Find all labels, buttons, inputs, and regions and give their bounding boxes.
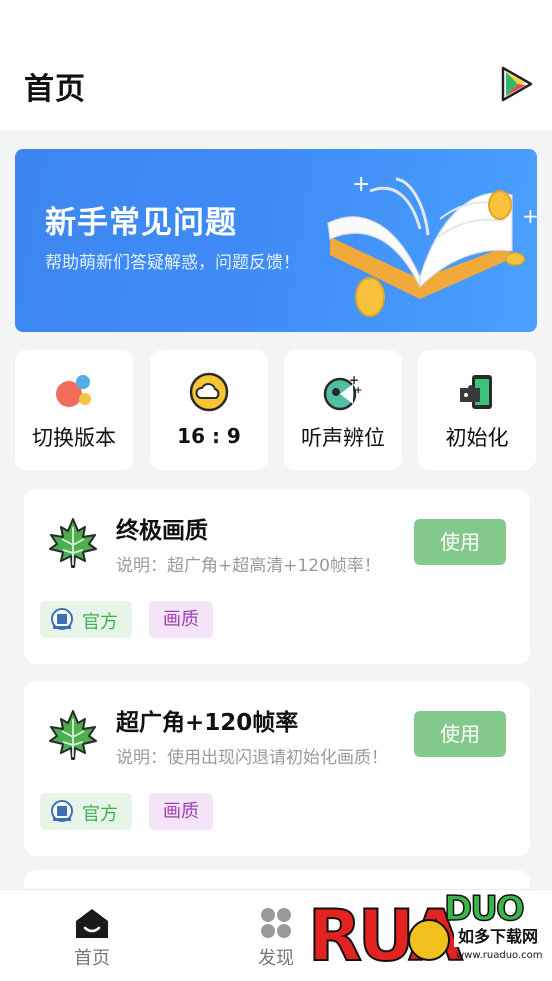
quick-label: 16 : 9 (177, 424, 241, 448)
official-badge-icon (51, 800, 73, 822)
cloud-icon (189, 372, 229, 412)
grid-icon (261, 908, 291, 938)
open-book-icon: + + (327, 172, 537, 317)
svg-text:DUO: DUO (444, 889, 524, 929)
svg-text:+: + (522, 204, 537, 228)
puzzle-icon (460, 375, 492, 409)
preset-title: 终极画质 (116, 518, 208, 544)
maple-leaf-icon (49, 518, 97, 568)
preset-description: 说明：使用出现闪退请初始化画质！ (116, 748, 388, 768)
svg-text:+: + (352, 172, 370, 197)
quality-tag: 画质 (149, 793, 213, 830)
preset-card[interactable]: 超广角+120帧率 说明：使用出现闪退请初始化画质！ 使用 官方 画质 (24, 681, 530, 856)
banner-subtitle: 帮助萌新们答疑解惑，问题反馈！ (45, 253, 300, 273)
quick-label: 听声辨位 (301, 426, 385, 450)
official-tag: 官方 (40, 601, 132, 638)
svg-text:如多下载网: 如多下载网 (458, 927, 538, 946)
official-badge-icon (51, 608, 73, 630)
svg-text:www.ruaduo.com: www.ruaduo.com (456, 950, 543, 961)
sound-icon: + + (323, 373, 362, 411)
nav-home[interactable]: 首页 (32, 890, 152, 981)
maple-leaf-icon (49, 710, 97, 760)
home-icon (76, 909, 108, 938)
official-tag-label: 官方 (82, 804, 118, 825)
faq-banner[interactable]: 新手常见问题 帮助萌新们答疑解惑，问题反馈！ + + (15, 149, 537, 332)
svg-text:+: + (354, 385, 362, 396)
preset-title: 超广角+120帧率 (116, 710, 299, 736)
quick-sound-position[interactable]: + + 听声辨位 (284, 350, 402, 470)
color-dots-icon (56, 375, 91, 407)
app-header: 首页 (0, 0, 552, 130)
watermark-logo: RUA DUO 如多下载网 www.ruaduo.com (307, 888, 543, 976)
quick-label: 切换版本 (32, 426, 116, 450)
preset-description: 说明：超广角+超高清+120帧率！ (116, 556, 381, 576)
quick-label: 初始化 (445, 426, 509, 450)
page-title: 首页 (24, 72, 86, 107)
use-button[interactable]: 使用 (414, 519, 506, 565)
quality-tag: 画质 (149, 601, 213, 638)
use-button[interactable]: 使用 (414, 711, 506, 757)
quick-switch-version[interactable]: 切换版本 (15, 350, 133, 470)
quick-aspect-ratio[interactable]: 16 : 9 (150, 350, 268, 470)
banner-title: 新手常见问题 (45, 205, 237, 241)
play-store-icon[interactable] (500, 66, 534, 102)
preset-card[interactable]: 终极画质 说明：超广角+超高清+120帧率！ 使用 官方 画质 (24, 489, 530, 664)
nav-label: 首页 (74, 948, 110, 969)
quick-initialize[interactable]: 初始化 (418, 350, 536, 470)
official-tag-label: 官方 (82, 612, 118, 633)
official-tag: 官方 (40, 793, 132, 830)
